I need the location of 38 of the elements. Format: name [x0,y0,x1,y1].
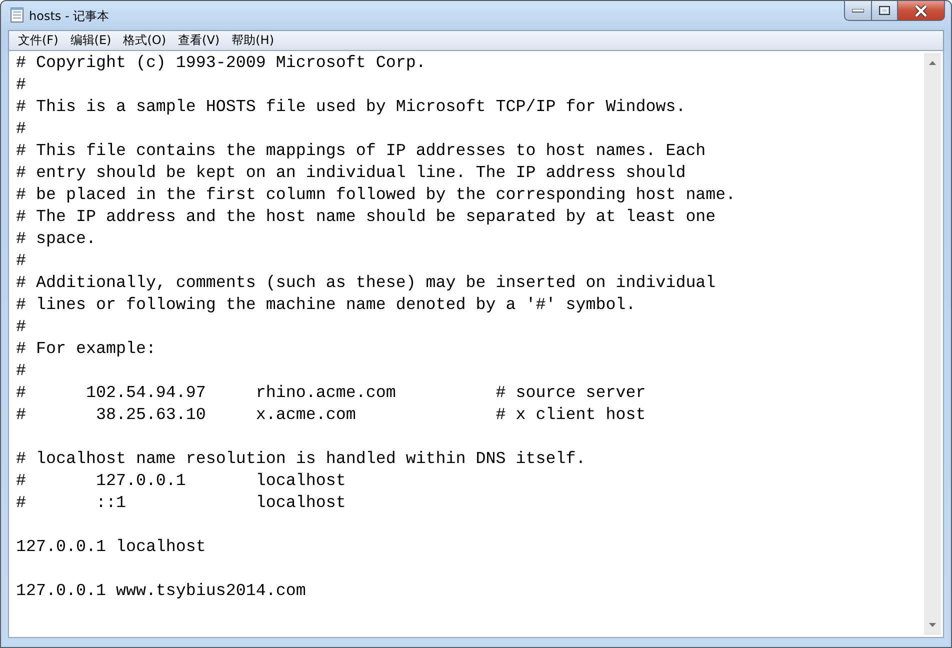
text-line: # [16,361,26,383]
text-line: # be placed in the first column followed by the corresponding host name. [16,185,736,207]
close-button[interactable] [898,1,945,21]
maximize-button[interactable] [872,1,898,21]
vertical-scrollbar[interactable] [924,53,941,635]
text-line: # Copyright (c) 1993-2009 Microsoft Corp. [16,53,426,75]
text-line: # For example: [16,339,156,361]
text-line: # [16,75,26,97]
text-line: 127.0.0.1 www.tsybius2014.com [16,581,306,603]
menu-item[interactable]: 格式(O) [118,32,174,49]
text-line: # 102.54.94.97 rhino.acme.com # source server [16,383,646,405]
menu-item[interactable]: 编辑(E) [65,32,118,49]
text-line: # This file contains the mappings of IP addresses to host names. Each [16,141,706,163]
maximize-icon [879,6,890,15]
text-line: # [16,317,26,339]
close-icon [914,4,928,16]
text-line: # lines or following the machine name denoted by a '#' symbol. [16,295,636,317]
minimize-button[interactable] [844,1,872,21]
scroll-down-icon[interactable] [929,623,936,627]
text-line: # [16,251,26,273]
text-line: # The IP address and the host name should be separated by at least one [16,207,716,229]
text-line: # entry should be kept on an individual line. The IP address should [16,163,686,185]
text-line: # Additionally, comments (such as these) may be inserted on individual [16,273,716,295]
text-line: 127.0.0.1 localhost [16,537,206,559]
window-title: hosts - 记事本 [29,8,110,25]
scroll-up-icon[interactable] [929,61,936,65]
text-line: # [16,119,26,141]
minimize-icon [852,8,864,12]
notepad-icon [9,7,25,23]
menu-item[interactable]: 查看(V) [173,32,227,49]
menu-item[interactable]: 文件(F) [13,32,66,49]
text-line: # 127.0.0.1 localhost [16,471,346,493]
text-line: # 38.25.63.10 x.acme.com # x client host [16,405,646,427]
text-line: # ::1 localhost [16,493,346,515]
menu-item[interactable]: 帮助(H) [226,32,281,49]
text-line: # This is a sample HOSTS file used by Microsoft TCP/IP for Windows. [16,97,686,119]
text-line: # space. [16,229,96,251]
text-line: # localhost name resolution is handled within DNS itself. [16,449,586,471]
